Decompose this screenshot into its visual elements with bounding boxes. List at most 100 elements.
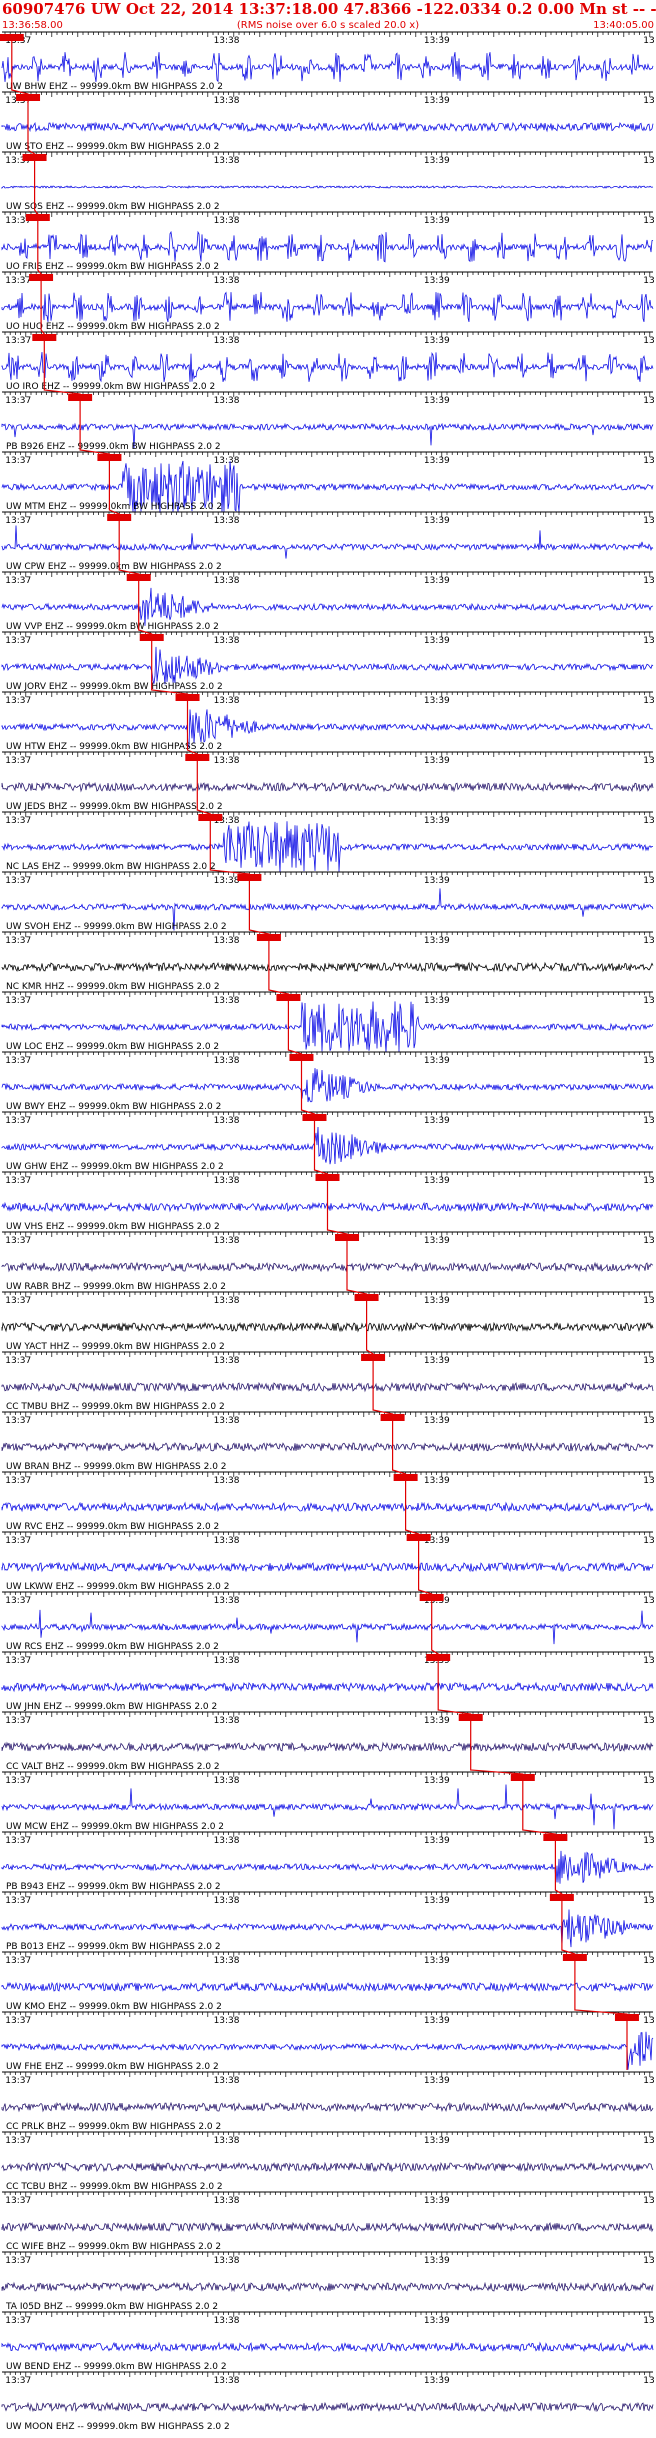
time-tick-label: 13:39 (424, 2376, 450, 2386)
time-tick-label: 13:38 (214, 1116, 240, 1126)
tick-marks (4, 2192, 651, 2197)
time-tick-label: 13:39 (424, 216, 450, 226)
time-tick-label: 13:39 (424, 2196, 450, 2206)
time-tick-label: 13:39 (424, 1776, 450, 1786)
time-tick-label: 13:38 (214, 1536, 240, 1546)
time-tick-label: 13 (643, 1356, 654, 1366)
time-tick-label: 13:38 (214, 2196, 240, 2206)
time-tick-label: 13 (643, 2136, 654, 2146)
time-tick-label: 13 (643, 336, 654, 346)
time-tick-label: 13 (643, 216, 654, 226)
time-tick-label: 13 (643, 1656, 654, 1666)
time-tick-label: 13:37 (5, 1296, 31, 1306)
time-tick-label: 13:38 (214, 336, 240, 346)
seismogram-panel: 60907476 UW Oct 22, 2014 13:37:18.00 47.… (0, 0, 656, 2432)
time-tick-label: 13 (643, 816, 654, 826)
rms-note: (RMS noise over 6.0 s scaled 20.0 x) (237, 20, 419, 31)
tick-marks (4, 1232, 651, 1237)
tick-marks (4, 2012, 651, 2017)
time-tick-label: 13 (643, 1536, 654, 1546)
time-tick-label: 13:39 (424, 2256, 450, 2266)
tick-marks (4, 1052, 651, 1057)
time-tick-label: 13 (643, 876, 654, 886)
waveform-trace (1, 1261, 654, 1273)
time-tick-label: 13 (643, 576, 654, 586)
time-tick-label: 13:37 (5, 1236, 31, 1246)
time-tick-label: 13:37 (5, 1836, 31, 1846)
time-tick-label: 13:38 (214, 1416, 240, 1426)
time-tick-label: 13:39 (424, 336, 450, 346)
waveform-trace (1, 1126, 654, 1165)
time-tick-label: 13 (643, 516, 654, 526)
station-label: UW GHW EHZ -- 99999.0km BW HIGHPASS 2.0 … (6, 1162, 224, 1172)
station-label: UW BRAN BHZ -- 99999.0km BW HIGHPASS 2.0… (6, 1462, 227, 1472)
time-tick-label: 13 (643, 396, 654, 406)
time-tick-label: 13:37 (5, 576, 31, 586)
time-tick-label: 13:39 (424, 2316, 450, 2326)
time-tick-label: 13:39 (424, 1896, 450, 1906)
tick-marks (4, 692, 651, 697)
tick-marks (4, 632, 651, 637)
tick-marks (4, 152, 651, 157)
time-tick-label: 13:38 (214, 1356, 240, 1366)
waveform-trace (1, 1981, 654, 1993)
time-tick-label: 13:37 (5, 2376, 31, 2386)
tick-marks (4, 1712, 651, 1717)
time-tick-label: 13 (643, 96, 654, 106)
time-tick-label: 13:38 (214, 396, 240, 406)
tick-marks (4, 992, 651, 997)
time-tick-label: 13:38 (214, 756, 240, 766)
station-label: CC TCBU BHZ -- 99999.0km BW HIGHPASS 2.0… (6, 2182, 223, 2192)
time-tick-label: 13:37 (5, 396, 31, 406)
station-label: PB B943 EHZ -- 99999.0km BW HIGHPASS 2.0… (6, 1882, 221, 1892)
station-label: UW LOC EHZ -- 99999.0km BW HIGHPASS 2.0 … (6, 1042, 219, 1052)
waveform-trace (1, 121, 654, 133)
tick-marks (4, 92, 651, 97)
waveform-trace (1, 291, 654, 323)
tick-marks (4, 1652, 651, 1657)
time-tick-label: 13:39 (424, 696, 450, 706)
time-tick-label: 13 (643, 456, 654, 466)
time-tick-label: 13:39 (424, 1836, 450, 1846)
time-tick-label: 13:39 (424, 1056, 450, 1066)
time-tick-label: 13:38 (214, 576, 240, 586)
time-tick-label: 13:38 (214, 876, 240, 886)
tick-marks (4, 2132, 651, 2137)
waveform-trace (1, 351, 654, 383)
waveform-trace (1, 1681, 654, 1693)
time-tick-label: 13 (643, 1236, 654, 1246)
station-label: CC PRLK BHZ -- 99999.0km BW HIGHPASS 2.0… (6, 2122, 221, 2132)
time-tick-label: 13:38 (214, 216, 240, 226)
station-label: UW KMO EHZ -- 99999.0km BW HIGHPASS 2.0 … (6, 2002, 222, 2012)
time-tick-label: 13:37 (5, 1416, 31, 1426)
time-tick-label: 13:37 (5, 2076, 31, 2086)
time-tick-label: 13 (643, 1176, 654, 1186)
time-tick-label: 13:37 (5, 2016, 31, 2026)
station-label: NC LAS EHZ -- 99999.0km BW HIGHPASS 2.0 … (6, 862, 216, 872)
waveform-trace (1, 1609, 654, 1645)
waveform-trace (1, 646, 654, 685)
tick-marks (4, 212, 651, 217)
tick-marks (4, 572, 651, 577)
tick-marks (4, 1472, 651, 1477)
waveform-trace (1, 525, 654, 559)
time-tick-label: 13 (643, 1776, 654, 1786)
waveform-trace (1, 1068, 654, 1103)
end-time: 13:40:05.00 (593, 20, 654, 31)
time-tick-label: 13:37 (5, 1176, 31, 1186)
station-label: UW SVOH EHZ -- 99999.0km BW HIGHPASS 2.0… (6, 922, 227, 932)
time-tick-label: 13:37 (5, 2196, 31, 2206)
trace-group: 13:37 13:38 13:39 13 UW BHW EHZ -- 99999.0km… (1, 31, 655, 2432)
time-tick-label: 13:39 (424, 996, 450, 1006)
time-tick-label: 13:37 (5, 996, 31, 1006)
time-tick-label: 13:39 (424, 1356, 450, 1366)
waveform-trace (1, 2401, 654, 2413)
time-tick-label: 13:38 (214, 1956, 240, 1966)
station-label: UW STO EHZ -- 99999.0km BW HIGHPASS 2.0 … (6, 142, 219, 152)
station-label: UO IRO EHZ -- 99999.0km BW HIGHPASS 2.0 … (6, 382, 215, 392)
waveform-trace (1, 781, 654, 793)
station-label: UW FHE EHZ -- 99999.0km BW HIGHPASS 2.0 … (6, 2062, 219, 2072)
time-tick-label: 13:38 (214, 696, 240, 706)
station-label: NC KMR HHZ -- 99999.0km BW HIGHPASS 2.0 … (6, 982, 220, 992)
time-tick-label: 13:38 (214, 1776, 240, 1786)
